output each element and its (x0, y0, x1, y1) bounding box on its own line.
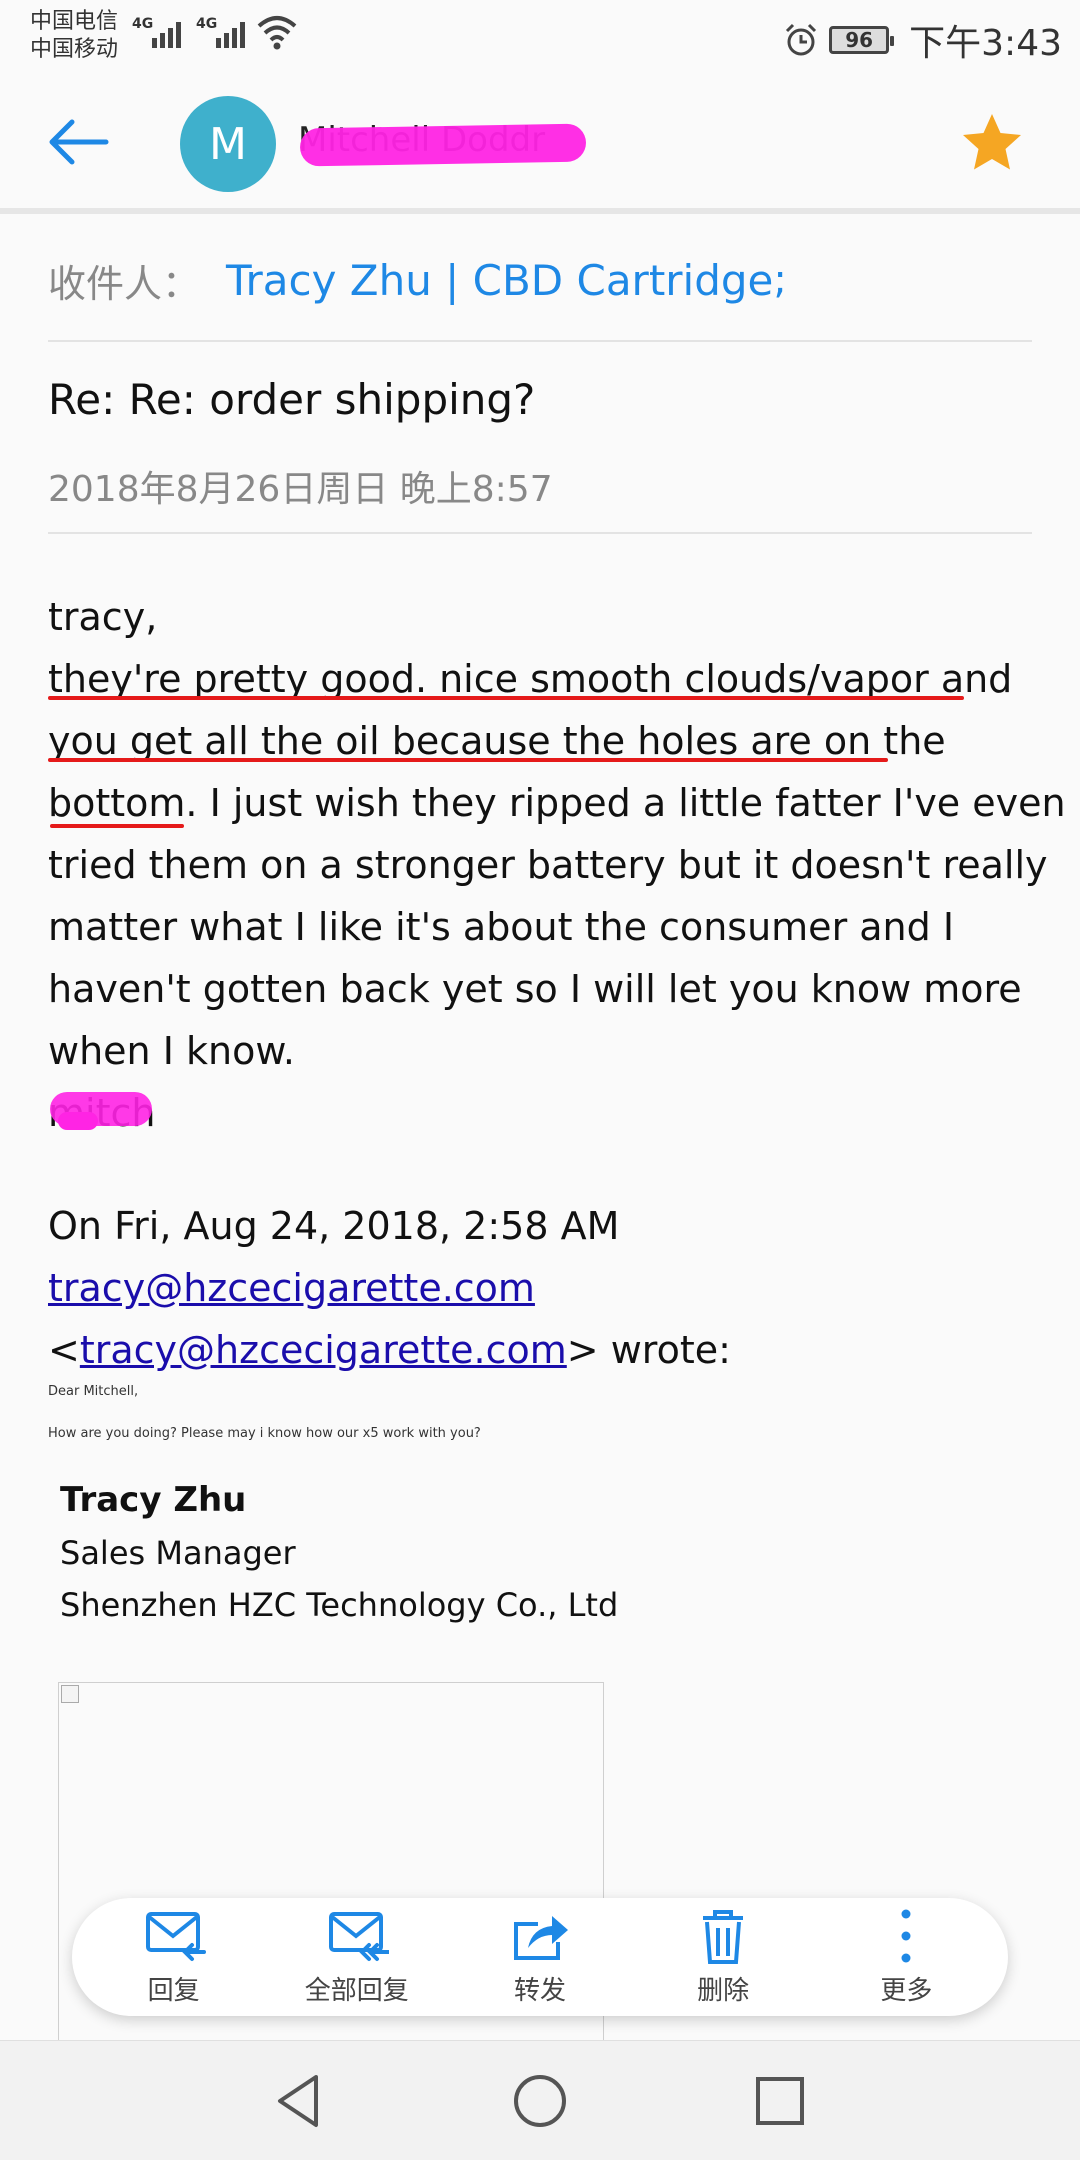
signature-company: Shenzhen HZC Technology Co., Ltd (60, 1586, 619, 1624)
reply-all-icon (328, 1911, 389, 1961)
body-line: tracy, (48, 595, 158, 639)
email-link[interactable]: tracy@hzcecigarette.com (80, 1328, 567, 1372)
body-line: when I know. (48, 1029, 295, 1073)
body-line: tried them on a stronger battery but it … (48, 843, 1048, 887)
signoff-line: mitch (48, 1082, 1048, 1144)
back-arrow-icon[interactable] (44, 112, 120, 172)
recipients-row: 收件人： Tracy Zhu | CBD Cartridge ; (48, 250, 1032, 310)
forward-label: 转发 (513, 1975, 566, 2006)
redaction-mark (58, 1112, 98, 1130)
signature-name: Tracy Zhu (60, 1480, 247, 1520)
status-right: 96 下午3:43 (783, 14, 1062, 66)
body-line: bottom. I just wish they ripped a little… (48, 781, 1066, 825)
red-underline-mark (50, 824, 184, 828)
forward-button[interactable]: 转发 (460, 1908, 620, 2007)
quote-lt: < (48, 1328, 80, 1372)
delete-label: 删除 (697, 1975, 750, 2006)
recents-square-icon[interactable] (748, 2069, 812, 2133)
wifi-icon (257, 16, 297, 50)
red-underline-mark (48, 758, 888, 762)
carrier-1: 中国电信 (30, 9, 119, 34)
trash-icon (703, 1909, 744, 1964)
broken-image-icon (61, 1685, 79, 1703)
status-time: 下午3:43 (909, 23, 1062, 64)
quote-wrote: > wrote: (566, 1328, 731, 1372)
body-line: you get all the oil because the holes ar… (48, 719, 946, 763)
divider (48, 532, 1032, 534)
divider (48, 340, 1032, 342)
forward-icon (513, 1915, 568, 1960)
battery-indicator: 96 (829, 26, 895, 54)
email-date: 2018年8月26日周日 晚上8:57 (48, 469, 553, 510)
recipient-separator: ; (773, 257, 787, 303)
recipients-label: 收件人： (48, 261, 201, 306)
home-circle-icon[interactable] (508, 2069, 572, 2133)
body-line: matter what I like it's about the consum… (48, 905, 955, 949)
more-label: 更多 (880, 1975, 933, 2006)
recipient-link[interactable]: Tracy Zhu | CBD Cartridge (226, 256, 773, 305)
battery-level: 96 (845, 28, 874, 52)
reply-icon (145, 1911, 206, 1961)
action-bar: 回复 全部回复 转发 删除 更多 (72, 1898, 1008, 2016)
reply-all-button[interactable]: 全部回复 (277, 1908, 437, 2007)
alarm-icon (786, 23, 817, 56)
status-bar: 中国电信 中国移动 4G 4G 96 下午3:43 (0, 0, 1080, 72)
redaction-mark (299, 123, 587, 167)
quote-intro: On Fri, Aug 24, 2018, 2:58 AM (48, 1204, 620, 1248)
carrier-labels: 中国电信 中国移动 (30, 8, 118, 64)
body-line: haven't gotten back yet so I will let yo… (48, 967, 1022, 1011)
reply-label: 回复 (147, 1975, 200, 2006)
quote-header: On Fri, Aug 24, 2018, 2:58 AM tracy@hzce… (48, 1195, 1048, 1381)
quoted-question: How are you doing? Please may i know how… (48, 1426, 481, 1441)
more-button[interactable]: 更多 (826, 1908, 986, 2007)
quoted-greeting: Dear Mitchell, (48, 1384, 139, 1399)
email-header: M Mitchell Doddr (0, 72, 1080, 212)
email-subject: Re: Re: order shipping? (48, 375, 536, 424)
back-triangle-icon[interactable] (268, 2069, 332, 2133)
body-line: they're pretty good. nice smooth clouds/… (48, 657, 1013, 701)
signature-title: Sales Manager (60, 1534, 296, 1572)
star-icon[interactable] (960, 110, 1024, 174)
carrier-2: 中国移动 (30, 37, 119, 62)
sender-avatar[interactable]: M (180, 96, 276, 192)
red-underline-mark (48, 696, 964, 700)
more-vertical-icon (901, 1909, 911, 1962)
header-divider (0, 208, 1080, 214)
email-body: tracy, they're pretty good. nice smooth … (48, 586, 1066, 1144)
email-link[interactable]: tracy@hzcecigarette.com (48, 1266, 535, 1310)
reply-all-label: 全部回复 (304, 1975, 409, 2006)
delete-button[interactable]: 删除 (643, 1908, 803, 2007)
reply-button[interactable]: 回复 (94, 1908, 254, 2007)
system-nav-bar (0, 2040, 1080, 2160)
